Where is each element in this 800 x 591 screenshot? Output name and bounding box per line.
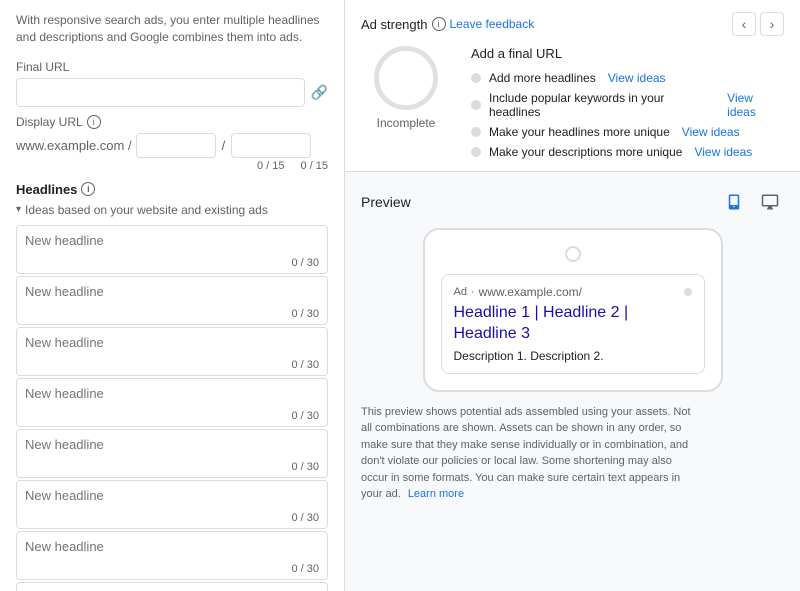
- display-url-path2[interactable]: [231, 133, 311, 158]
- headline-char-7: 0 / 30: [17, 561, 327, 579]
- suggestion-item-4: Make your descriptions more unique View …: [471, 145, 784, 159]
- headline-input-2[interactable]: [17, 277, 327, 306]
- suggestion-text-3: Make your headlines more unique: [489, 125, 670, 139]
- suggestion-dot-2: [471, 100, 481, 110]
- headline-char-4: 0 / 30: [17, 408, 327, 426]
- nav-prev-button[interactable]: ‹: [732, 12, 756, 36]
- add-final-url-prompt: Add a final URL: [471, 46, 784, 61]
- ad-headline: Headline 1 | Headline 2 | Headline 3: [454, 303, 692, 345]
- display-url-info-icon[interactable]: i: [87, 115, 101, 129]
- suggestion-link-4[interactable]: View ideas: [694, 145, 752, 159]
- strength-status-label: Incomplete: [377, 116, 436, 130]
- headline-char-2: 0 / 30: [17, 306, 327, 324]
- headline-char-5: 0 / 30: [17, 459, 327, 477]
- ad-strength-section: Ad strength i Leave feedback ‹ › Incompl…: [345, 0, 800, 172]
- final-url-input[interactable]: [16, 78, 305, 107]
- display-url-slash: /: [220, 138, 228, 153]
- ideas-row[interactable]: ▾ Ideas based on your website and existi…: [16, 203, 328, 217]
- headline-char-6: 0 / 30: [17, 510, 327, 528]
- suggestion-text-2: Include popular keywords in your headlin…: [489, 91, 715, 119]
- suggestion-dot-4: [471, 147, 481, 157]
- display-url-char2: 0 / 15: [300, 160, 328, 172]
- suggestion-dot-3: [471, 127, 481, 137]
- suggestion-item-3: Make your headlines more unique View ide…: [471, 125, 784, 139]
- suggestion-text-1: Add more headlines: [489, 71, 596, 85]
- strength-circle: [374, 46, 438, 110]
- headline-input-8[interactable]: [17, 583, 327, 591]
- right-panel: Ad strength i Leave feedback ‹ › Incompl…: [345, 0, 800, 591]
- headline-input-4[interactable]: [17, 379, 327, 408]
- ideas-label: Ideas based on your website and existing…: [25, 203, 268, 217]
- display-url-prefix: www.example.com /: [16, 138, 132, 153]
- ideas-chevron-icon: ▾: [16, 204, 21, 215]
- ad-menu-dot: [684, 288, 692, 296]
- suggestion-item-2: Include popular keywords in your headlin…: [471, 91, 784, 119]
- suggestion-link-3[interactable]: View ideas: [682, 125, 740, 139]
- headline-input-5[interactable]: [17, 430, 327, 459]
- suggestion-text-4: Make your descriptions more unique: [489, 145, 682, 159]
- headline-input-6[interactable]: [17, 481, 327, 510]
- headline-char-1: 0 / 30: [17, 255, 327, 273]
- preview-section: Preview: [345, 172, 800, 591]
- ad-strength-info-icon[interactable]: i: [432, 17, 446, 31]
- headlines-info-icon[interactable]: i: [81, 182, 95, 196]
- desktop-device-icon[interactable]: [756, 188, 784, 216]
- headlines-label: Headlines: [16, 182, 77, 197]
- leave-feedback-link[interactable]: Leave feedback: [450, 17, 535, 31]
- ad-card: Ad · www.example.com/ Headline 1 | Headl…: [441, 274, 705, 374]
- left-panel: With responsive search ads, you enter mu…: [0, 0, 345, 591]
- display-url-label: Display URL: [16, 115, 83, 129]
- ad-description: Description 1. Description 2.: [454, 349, 692, 363]
- ad-url: www.example.com/: [479, 285, 582, 299]
- preview-disclaimer: This preview shows potential ads assembl…: [361, 404, 701, 503]
- display-url-path1[interactable]: [136, 133, 216, 158]
- nav-next-button[interactable]: ›: [760, 12, 784, 36]
- preview-title: Preview: [361, 194, 411, 210]
- suggestion-dot-1: [471, 73, 481, 83]
- ad-badge: Ad: [454, 286, 467, 298]
- headline-input-3[interactable]: [17, 328, 327, 357]
- headline-input-7[interactable]: [17, 532, 327, 561]
- headline-fields: 0 / 30 0 / 30 0 / 30 0 / 30 0 / 30 0 / 3…: [16, 225, 328, 591]
- intro-text: With responsive search ads, you enter mu…: [16, 12, 328, 46]
- suggestion-item-1: Add more headlines View ideas: [471, 71, 784, 85]
- link-icon[interactable]: 🔗: [311, 84, 328, 101]
- suggestion-list: Add more headlines View ideas Include po…: [471, 71, 784, 159]
- mobile-notch: [565, 246, 581, 262]
- mobile-preview-frame: Ad · www.example.com/ Headline 1 | Headl…: [423, 228, 723, 392]
- display-url-char1: 0 / 15: [257, 160, 285, 172]
- learn-more-link[interactable]: Learn more: [408, 488, 464, 500]
- ad-strength-title: Ad strength: [361, 17, 428, 32]
- headline-char-3: 0 / 30: [17, 357, 327, 375]
- suggestion-link-2[interactable]: View ideas: [727, 91, 784, 119]
- mobile-device-icon[interactable]: [720, 188, 748, 216]
- headline-input-1[interactable]: [17, 226, 327, 255]
- suggestion-link-1[interactable]: View ideas: [608, 71, 666, 85]
- final-url-label: Final URL: [16, 60, 328, 74]
